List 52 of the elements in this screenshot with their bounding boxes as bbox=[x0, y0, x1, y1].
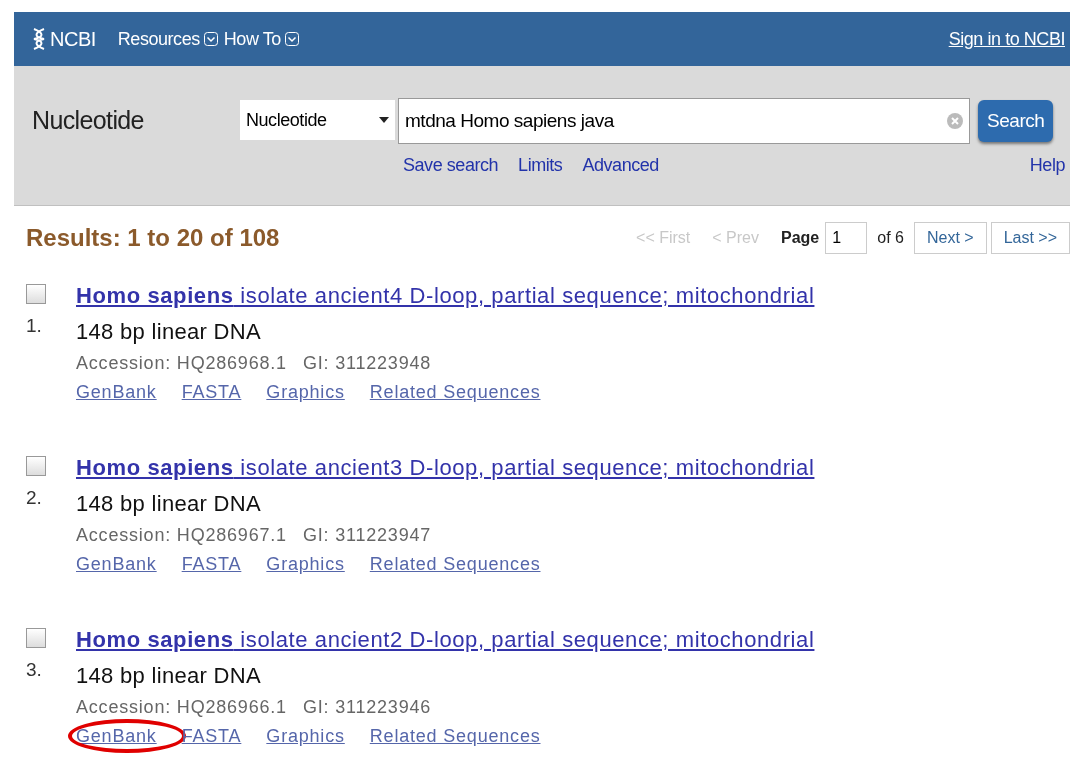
search-option-link[interactable]: Advanced bbox=[582, 152, 659, 179]
accession-text: Accession: HQ286966.1 bbox=[76, 696, 287, 719]
search-option-link[interactable]: Limits bbox=[518, 152, 563, 179]
result-number: 1. bbox=[26, 314, 43, 338]
last-page-button[interactable]: Last >> bbox=[990, 222, 1070, 254]
page-field[interactable]: 1 bbox=[825, 222, 868, 254]
result-link[interactable]: Related Sequences bbox=[369, 551, 541, 578]
search-button[interactable]: Search bbox=[978, 100, 1054, 142]
chevron-icon bbox=[284, 32, 299, 46]
result-description: 148 bp linear DNA bbox=[76, 662, 262, 690]
result-title-link[interactable]: Homo sapiens isolate ancient4 D-loop, partial sequence; mitochondrial bbox=[76, 282, 815, 310]
help-link[interactable]: Help bbox=[1029, 152, 1065, 179]
caret-icon bbox=[379, 117, 389, 123]
menu-button[interactable]: How To bbox=[223, 25, 299, 53]
result-link[interactable]: GenBank bbox=[76, 379, 157, 406]
result-description: 148 bp linear DNA bbox=[76, 318, 262, 346]
result-number: 2. bbox=[26, 486, 43, 510]
result-link[interactable]: Related Sequences bbox=[369, 723, 541, 750]
accession-text: Accession: HQ286968.1 bbox=[76, 352, 287, 375]
page-count: of 6 bbox=[877, 228, 904, 248]
menu-button[interactable]: Resources bbox=[117, 25, 218, 53]
database-dropdown[interactable]: Nucleotide bbox=[240, 100, 395, 140]
result-link[interactable]: FASTA bbox=[181, 379, 242, 406]
chevron-icon bbox=[203, 32, 218, 46]
page-label: Page bbox=[781, 228, 820, 248]
checkbox[interactable] bbox=[26, 456, 46, 476]
result-title-link[interactable]: Homo sapiens isolate ancient3 D-loop, partial sequence; mitochondrial bbox=[76, 454, 815, 482]
result-number: 3. bbox=[26, 658, 43, 682]
accession-text: Accession: HQ286967.1 bbox=[76, 524, 287, 547]
result-link[interactable]: Related Sequences bbox=[369, 379, 541, 406]
result-link[interactable]: FASTA bbox=[181, 551, 242, 578]
checkbox[interactable] bbox=[26, 284, 46, 304]
gi-text: GI: 311223948 bbox=[302, 352, 432, 375]
result-link[interactable]: Graphics bbox=[266, 723, 345, 750]
search-option-link[interactable]: Save search bbox=[403, 152, 499, 179]
result-link[interactable]: Graphics bbox=[266, 551, 345, 578]
results-summary: Results: 1 to 20 of 108 bbox=[26, 223, 281, 253]
next-page-button[interactable]: Next > bbox=[913, 222, 987, 254]
result-link[interactable]: GenBank bbox=[76, 723, 157, 750]
logo-text: NCBI bbox=[50, 27, 96, 52]
gi-text: GI: 311223947 bbox=[302, 524, 432, 547]
result-description: 148 bp linear DNA bbox=[76, 490, 262, 518]
sign-in-link[interactable]: Sign in to NCBI bbox=[948, 25, 1065, 53]
dna-logo-icon bbox=[32, 27, 46, 51]
result-link[interactable]: GenBank bbox=[76, 551, 157, 578]
result-link[interactable]: Graphics bbox=[266, 379, 345, 406]
database-title: Nucleotide bbox=[32, 105, 145, 136]
gi-text: GI: 311223946 bbox=[302, 696, 432, 719]
checkbox[interactable] bbox=[26, 628, 46, 648]
result-title-link[interactable]: Homo sapiens isolate ancient2 D-loop, partial sequence; mitochondrial bbox=[76, 626, 815, 654]
clear-icon bbox=[947, 113, 963, 129]
search-field[interactable]: mtdna Homo sapiens java bbox=[398, 98, 970, 144]
